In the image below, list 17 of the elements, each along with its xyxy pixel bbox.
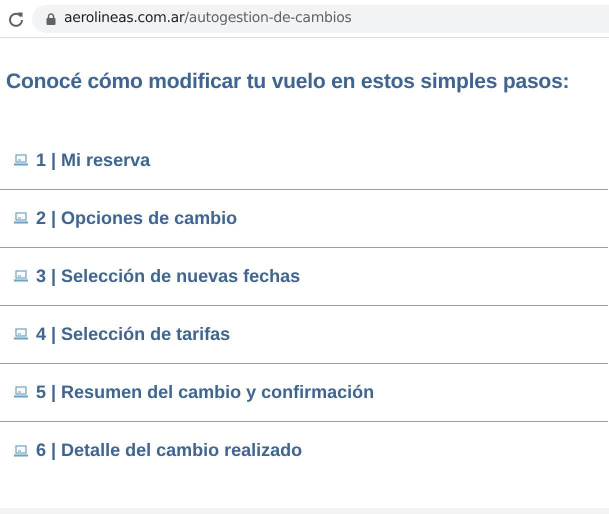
page-heading: Conocé cómo modificar tu vuelo en estos simples pasos: bbox=[6, 69, 570, 95]
laptop-icon bbox=[14, 154, 28, 166]
step-link[interactable]: 4 | Selección de tarifas bbox=[36, 320, 230, 348]
step-link[interactable]: 2 | Opciones de cambio bbox=[36, 204, 238, 232]
laptop-icon bbox=[14, 444, 28, 456]
laptop-icon bbox=[14, 386, 28, 398]
step-link[interactable]: 3 | Selección de nuevas fechas bbox=[36, 262, 300, 290]
laptop-icon bbox=[14, 270, 28, 282]
step-link[interactable]: 1 | Mi reserva bbox=[36, 146, 150, 174]
step-link[interactable]: 6 | Detalle del cambio realizado bbox=[36, 437, 302, 464]
reload-icon[interactable] bbox=[8, 10, 24, 26]
step-link[interactable]: 5 | Resumen del cambio y confirmación bbox=[36, 378, 374, 406]
url-text: aerolineas.com.ar/autogestion-de-cambios bbox=[64, 9, 352, 28]
address-bar[interactable]: aerolineas.com.ar/autogestion-de-cambios bbox=[32, 4, 609, 32]
laptop-icon bbox=[14, 212, 28, 224]
lock-icon bbox=[46, 12, 56, 24]
laptop-icon bbox=[14, 328, 28, 340]
